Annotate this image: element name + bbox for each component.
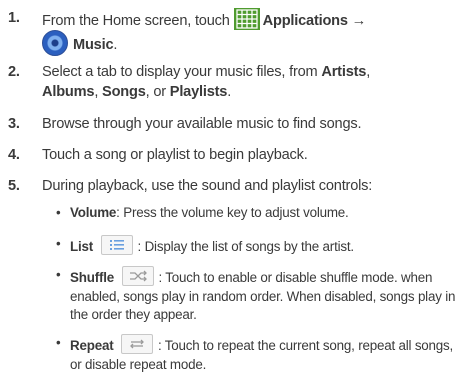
text: Select a tab to display your music files… — [42, 64, 322, 80]
bullet-dot: • — [56, 205, 61, 220]
step-text: During playback, use the sound and playl… — [42, 178, 373, 194]
songs-term: Songs — [102, 84, 146, 100]
volume-term: Volume — [70, 205, 117, 220]
step-number: 2. — [8, 64, 20, 80]
list-desc: : Display the list of songs by the artis… — [134, 239, 355, 254]
bullet-dot: • — [56, 236, 61, 251]
step-text: Browse through your available music to f… — [42, 116, 362, 132]
bullet-dot: • — [56, 335, 61, 350]
albums-term: Albums — [42, 84, 95, 100]
bullet-text: Volume: Press the volume key to adjust v… — [70, 204, 467, 223]
bullet-text: List : Display the list of songs by the … — [70, 235, 467, 257]
shuffle-icon — [121, 266, 154, 286]
step-text: Touch a song or playlist to begin playba… — [42, 147, 308, 163]
step-number: 5. — [8, 178, 20, 194]
shuffle-term: Shuffle — [70, 270, 114, 285]
step-text: From the Home screen, touch Applications … — [42, 8, 467, 31]
period: . — [113, 37, 118, 53]
step-number: 3. — [8, 116, 20, 132]
bullet-text: Shuffle : Touch to enable or disable shu… — [70, 266, 467, 325]
artists-term: Artists — [321, 64, 367, 80]
bullet-dot: • — [56, 267, 61, 282]
applications-grid-icon — [233, 8, 260, 30]
bullet-text: Repeat : Touch to repeat the current son… — [70, 334, 467, 374]
list-icon — [101, 235, 134, 255]
sep: , — [94, 84, 103, 100]
sep: , or — [145, 84, 170, 100]
music-disc-icon — [42, 30, 68, 56]
step-number: 1. — [8, 10, 20, 26]
music-label: Music — [73, 37, 114, 53]
step-number: 4. — [8, 147, 20, 163]
step-text: Select a tab to display your music files… — [42, 62, 467, 102]
repeat-term: Repeat — [70, 338, 114, 353]
playlists-term: Playlists — [169, 84, 228, 100]
step-1-line2: Music. — [42, 30, 467, 56]
applications-label: Applications → — [262, 13, 367, 29]
repeat-icon — [121, 334, 154, 354]
volume-desc: : Press the volume key to adjust volume. — [116, 205, 349, 220]
sep: , — [366, 64, 371, 80]
step-1-text: From the Home screen, touch — [42, 13, 230, 29]
list-term: List — [70, 239, 94, 254]
period: . — [227, 84, 232, 100]
instructions-document: 1. From the Home screen, touch Applicatio… — [0, 0, 473, 385]
